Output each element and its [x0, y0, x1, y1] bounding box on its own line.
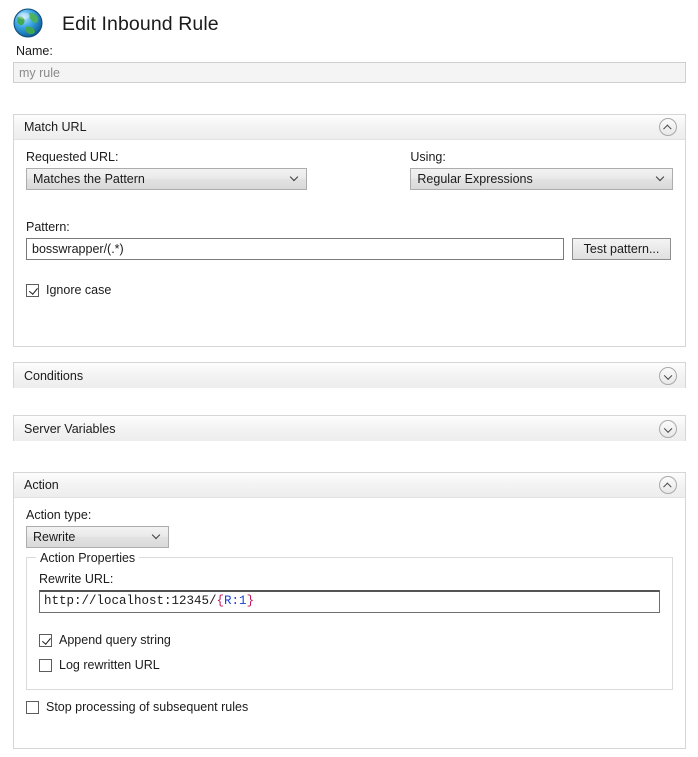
rewrite-url-token-host: http://localhost:12345/ — [44, 594, 217, 608]
requested-url-label: Requested URL: — [26, 150, 119, 164]
requested-url-value: Matches the Pattern — [33, 172, 145, 186]
match-url-header[interactable]: Match URL — [14, 115, 685, 140]
rule-name-input[interactable] — [13, 62, 686, 83]
action-type-dropdown[interactable]: Rewrite — [26, 526, 169, 548]
conditions-header[interactable]: Conditions — [14, 363, 685, 388]
test-pattern-button[interactable]: Test pattern... — [572, 238, 671, 260]
chevron-down-icon[interactable] — [659, 366, 677, 385]
chevron-down-icon[interactable] — [659, 419, 677, 438]
match-url-title: Match URL — [24, 120, 87, 134]
rewrite-url-token-close-brace: } — [246, 594, 255, 608]
using-dropdown[interactable]: Regular Expressions — [410, 168, 673, 190]
action-type-value: Rewrite — [33, 530, 76, 544]
action-properties-title: Action Properties — [36, 551, 140, 565]
action-properties-group: Action Properties Rewrite URL: http://lo… — [26, 551, 673, 690]
action-header[interactable]: Action — [14, 473, 685, 498]
page-title: Edit Inbound Rule — [62, 12, 219, 35]
chevron-down-icon — [657, 174, 665, 182]
append-query-string-checkbox[interactable]: Append query string — [39, 633, 660, 647]
globe-icon — [12, 7, 46, 41]
dialog-title-bar: Edit Inbound Rule — [0, 0, 698, 40]
rewrite-url-token-backreference: R:1 — [224, 594, 247, 608]
checkbox-box — [39, 633, 52, 647]
action-type-label: Action type: — [26, 508, 92, 522]
conditions-title: Conditions — [24, 368, 84, 383]
rewrite-url-input[interactable]: http://localhost:12345/{R:1} — [39, 590, 660, 613]
section-server-variables: Server Variables — [13, 415, 686, 441]
stop-processing-label: Stop processing of subsequent rules — [46, 700, 249, 714]
checkbox-box — [26, 700, 39, 714]
rewrite-url-label: Rewrite URL: — [39, 572, 114, 586]
log-rewritten-url-label: Log rewritten URL — [59, 658, 160, 672]
log-rewritten-url-checkbox[interactable]: Log rewritten URL — [39, 658, 660, 672]
ignore-case-checkbox[interactable]: Ignore case — [26, 283, 673, 297]
section-match-url: Match URL Requested URL: Matches the Pat… — [13, 114, 686, 347]
chevron-down-icon — [153, 532, 161, 540]
server-variables-header[interactable]: Server Variables — [14, 416, 685, 441]
ignore-case-label: Ignore case — [46, 283, 112, 297]
checkbox-box — [26, 283, 39, 297]
rewrite-url-token-open-brace: { — [216, 594, 225, 608]
requested-url-dropdown[interactable]: Matches the Pattern — [26, 168, 307, 190]
section-action: Action Action type: Rewrite Action Prope… — [13, 472, 686, 749]
pattern-input[interactable] — [26, 238, 564, 260]
chevron-down-icon — [291, 174, 299, 182]
append-query-string-label: Append query string — [59, 633, 171, 647]
action-body: Action type: Rewrite Action Properties R… — [14, 498, 685, 726]
stop-processing-checkbox[interactable]: Stop processing of subsequent rules — [26, 700, 673, 714]
chevron-up-icon[interactable] — [659, 118, 677, 136]
chevron-up-icon[interactable] — [659, 476, 677, 494]
pattern-label: Pattern: — [26, 220, 70, 234]
using-value: Regular Expressions — [417, 172, 533, 186]
section-conditions: Conditions — [13, 362, 686, 388]
server-variables-title: Server Variables — [24, 421, 116, 436]
match-url-body: Requested URL: Matches the Pattern Using… — [14, 140, 685, 309]
checkbox-box — [39, 658, 52, 672]
action-title: Action — [24, 478, 59, 492]
using-label: Using: — [410, 150, 446, 164]
name-label: Name: — [16, 44, 53, 58]
